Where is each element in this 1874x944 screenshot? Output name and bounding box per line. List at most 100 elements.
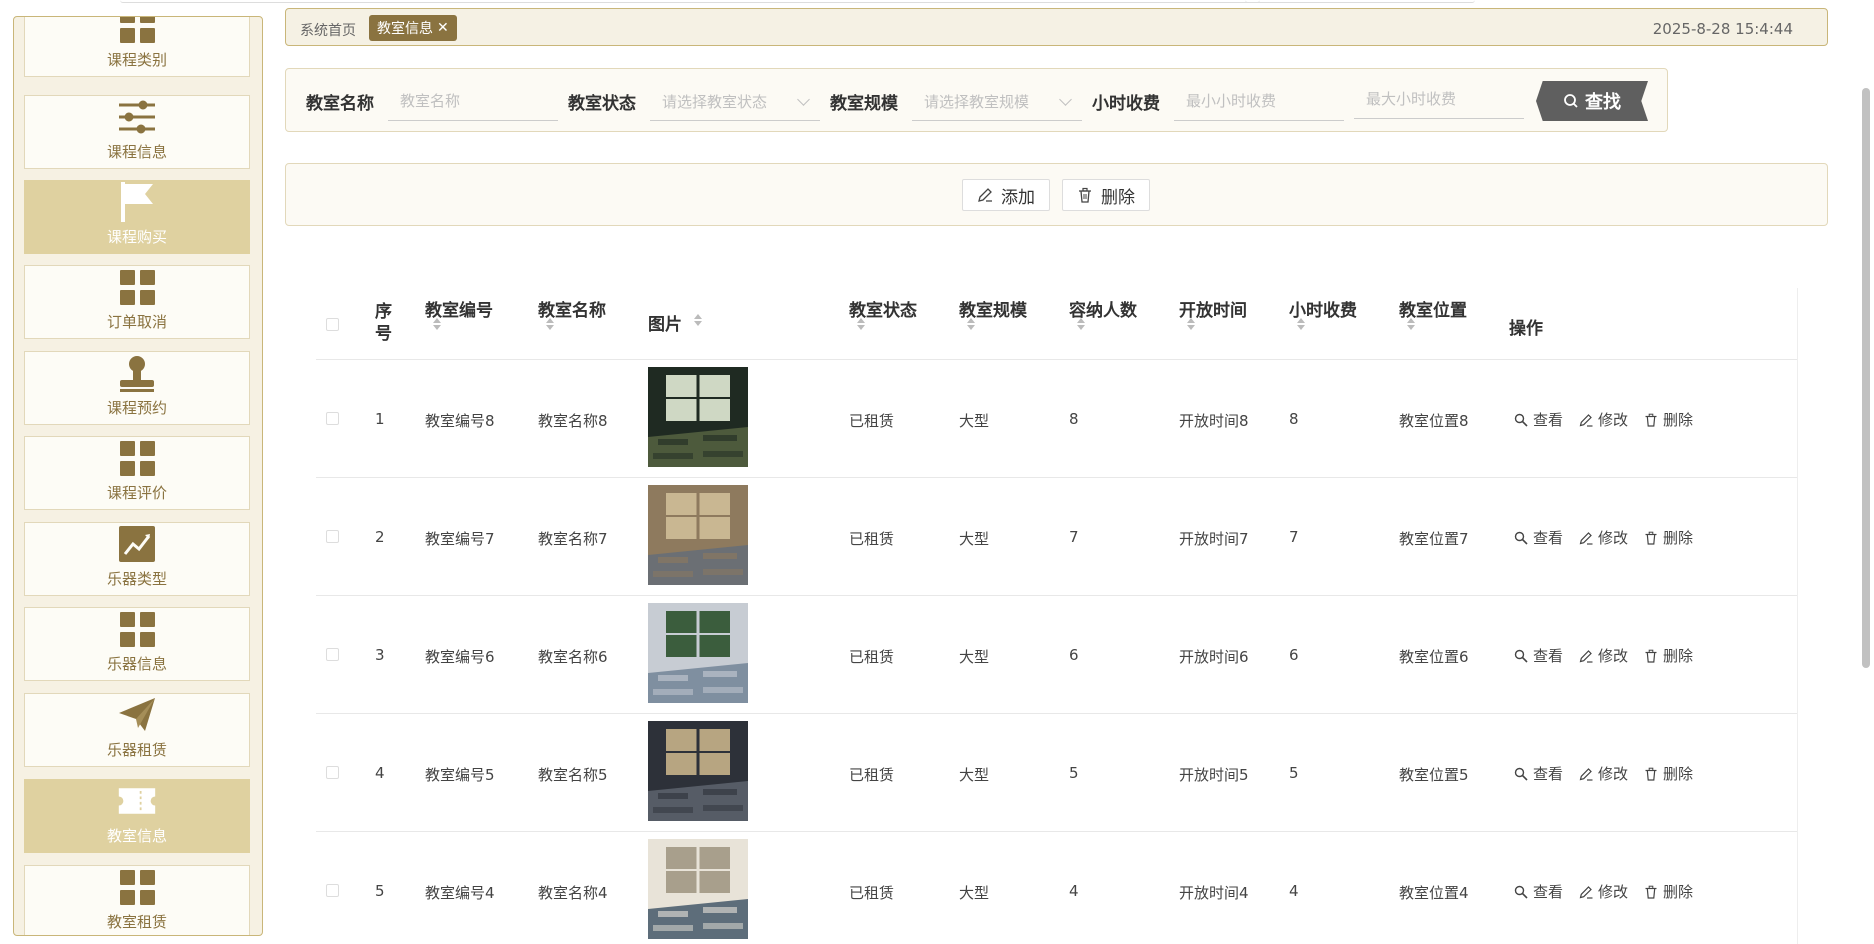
row-checkbox[interactable] — [326, 648, 339, 661]
sort-icon[interactable] — [857, 318, 865, 332]
edit-label: 修改 — [1598, 529, 1629, 547]
sidebar: 课程类别 课程信息 课程购买 订单取消 课程预约 课程评价 乐器类型 乐器信息 … — [13, 16, 263, 936]
tab-classroom-info[interactable]: 教室信息 ✕ — [369, 15, 457, 41]
cell-capacity: 8 — [1069, 410, 1079, 428]
sidebar-item-instrument-rental[interactable]: 乐器租赁 — [24, 693, 250, 767]
status-select[interactable]: 请选择教室状态 — [650, 83, 820, 121]
stamp-icon — [117, 353, 157, 393]
grid-icon — [117, 17, 157, 45]
edit-button[interactable]: 修改 — [1579, 527, 1628, 548]
classroom-photo[interactable] — [648, 603, 748, 703]
row-delete-button[interactable]: 删除 — [1644, 881, 1693, 902]
view-button[interactable]: 查看 — [1514, 763, 1563, 784]
sort-icon[interactable] — [694, 314, 702, 328]
sidebar-item-classroom-rental[interactable]: 教室租赁 — [24, 865, 250, 935]
sidebar-item-label: 教室租赁 — [106, 913, 167, 931]
status-placeholder: 请选择教室状态 — [662, 93, 768, 111]
view-label: 查看 — [1533, 411, 1564, 429]
ticket-icon — [117, 781, 157, 821]
classroom-photo[interactable] — [648, 839, 748, 939]
paper-plane-icon — [117, 695, 157, 735]
row-checkbox[interactable] — [326, 884, 339, 897]
sort-icon[interactable] — [1077, 318, 1085, 332]
edit-button[interactable]: 修改 — [1579, 881, 1628, 902]
trash-icon — [1645, 649, 1657, 663]
sidebar-item-instrument-info[interactable]: 乐器信息 — [24, 607, 250, 681]
add-button[interactable]: 添加 — [962, 179, 1050, 211]
max-fee-input[interactable] — [1354, 81, 1524, 119]
trash-icon — [1645, 767, 1657, 781]
view-label: 查看 — [1533, 765, 1564, 783]
flag-icon — [117, 182, 157, 222]
sidebar-item-label: 课程预约 — [106, 399, 167, 417]
view-button[interactable]: 查看 — [1514, 409, 1563, 430]
edit-icon — [1579, 649, 1593, 663]
sidebar-item-course-info[interactable]: 课程信息 — [24, 95, 250, 169]
delete-button[interactable]: 删除 — [1062, 179, 1150, 211]
table-row[interactable]: 3 教室编号6 教室名称6 已租赁 大型 6 开放时间6 6 教室位置6 查看 … — [316, 596, 1797, 714]
tabs-bar: 系统首页 教室信息 ✕ 2025-8-28 15:4:44 — [285, 8, 1828, 46]
row-checkbox[interactable] — [326, 530, 339, 543]
tab-home[interactable]: 系统首页 — [300, 20, 356, 40]
edit-icon — [978, 188, 992, 202]
edit-label: 修改 — [1598, 883, 1629, 901]
search-button[interactable]: 查找 — [1536, 81, 1648, 121]
view-button[interactable]: 查看 — [1514, 881, 1563, 902]
sidebar-item-course-review[interactable]: 课程评价 — [24, 436, 250, 510]
sidebar-item-course-booking[interactable]: 课程预约 — [24, 351, 250, 425]
row-delete-button[interactable]: 删除 — [1644, 527, 1693, 548]
scale-select[interactable]: 请选择教室规模 — [912, 83, 1082, 121]
sidebar-item-course-category[interactable]: 课程类别 — [24, 17, 250, 77]
cell-index: 1 — [375, 410, 385, 428]
cell-name: 教室名称6 — [538, 648, 608, 666]
table-row[interactable]: 2 教室编号7 教室名称7 已租赁 大型 7 开放时间7 7 教室位置7 查看 … — [316, 478, 1797, 596]
row-checkbox[interactable] — [326, 766, 339, 779]
trash-icon — [1079, 187, 1091, 203]
edit-button[interactable]: 修改 — [1579, 763, 1628, 784]
sort-icon[interactable] — [1297, 318, 1305, 332]
cell-name: 教室名称7 — [538, 530, 608, 548]
select-all-checkbox[interactable] — [326, 318, 339, 331]
cell-code: 教室编号6 — [425, 648, 495, 666]
row-delete-button[interactable]: 删除 — [1644, 645, 1693, 666]
edit-label: 修改 — [1598, 411, 1629, 429]
classroom-photo[interactable] — [648, 367, 748, 467]
sort-icon[interactable] — [433, 318, 441, 332]
classroom-name-input[interactable] — [388, 83, 558, 121]
table-row[interactable]: 1 教室编号8 教室名称8 已租赁 大型 8 开放时间8 8 教室位置8 查看 … — [316, 360, 1797, 478]
row-delete-button[interactable]: 删除 — [1644, 409, 1693, 430]
sidebar-item-order-cancel[interactable]: 订单取消 — [24, 265, 250, 339]
sort-icon[interactable] — [546, 318, 554, 332]
scale-placeholder: 请选择教室规模 — [924, 93, 1030, 111]
sidebar-item-label: 订单取消 — [106, 313, 167, 331]
cell-status: 已租赁 — [849, 412, 895, 430]
row-actions: 查看 修改 删除 — [1514, 763, 1693, 784]
sort-icon[interactable] — [1187, 318, 1195, 332]
cell-scale: 大型 — [959, 530, 990, 548]
sort-icon[interactable] — [967, 318, 975, 332]
classroom-photo[interactable] — [648, 485, 748, 585]
table-row[interactable]: 5 教室编号4 教室名称4 已租赁 大型 4 开放时间4 4 教室位置4 查看 … — [316, 832, 1797, 944]
clock: 2025-8-28 15:4:44 — [1652, 20, 1793, 38]
sidebar-item-course-purchase[interactable]: 课程购买 — [24, 180, 250, 254]
page-scrollbar[interactable] — [1862, 88, 1870, 668]
view-button[interactable]: 查看 — [1514, 645, 1563, 666]
table-row[interactable]: 4 教室编号5 教室名称5 已租赁 大型 5 开放时间5 5 教室位置5 查看 … — [316, 714, 1797, 832]
close-icon[interactable]: ✕ — [437, 20, 449, 36]
cell-index: 2 — [375, 528, 385, 546]
view-button[interactable]: 查看 — [1514, 527, 1563, 548]
classroom-photo[interactable] — [648, 721, 748, 821]
sidebar-item-instrument-type[interactable]: 乐器类型 — [24, 522, 250, 596]
row-checkbox[interactable] — [326, 412, 339, 425]
cell-index: 3 — [375, 646, 385, 664]
row-delete-button[interactable]: 删除 — [1644, 763, 1693, 784]
chevron-down-icon — [1059, 93, 1072, 106]
edit-button[interactable]: 修改 — [1579, 645, 1628, 666]
sidebar-item-classroom-info[interactable]: 教室信息 — [24, 779, 250, 853]
edit-button[interactable]: 修改 — [1579, 409, 1628, 430]
min-fee-input[interactable] — [1174, 83, 1344, 121]
chart-icon — [117, 524, 157, 564]
sort-icon[interactable] — [1407, 318, 1415, 332]
fee-label: 小时收费 — [1092, 94, 1160, 114]
action-bar: 添加 删除 — [285, 163, 1828, 226]
